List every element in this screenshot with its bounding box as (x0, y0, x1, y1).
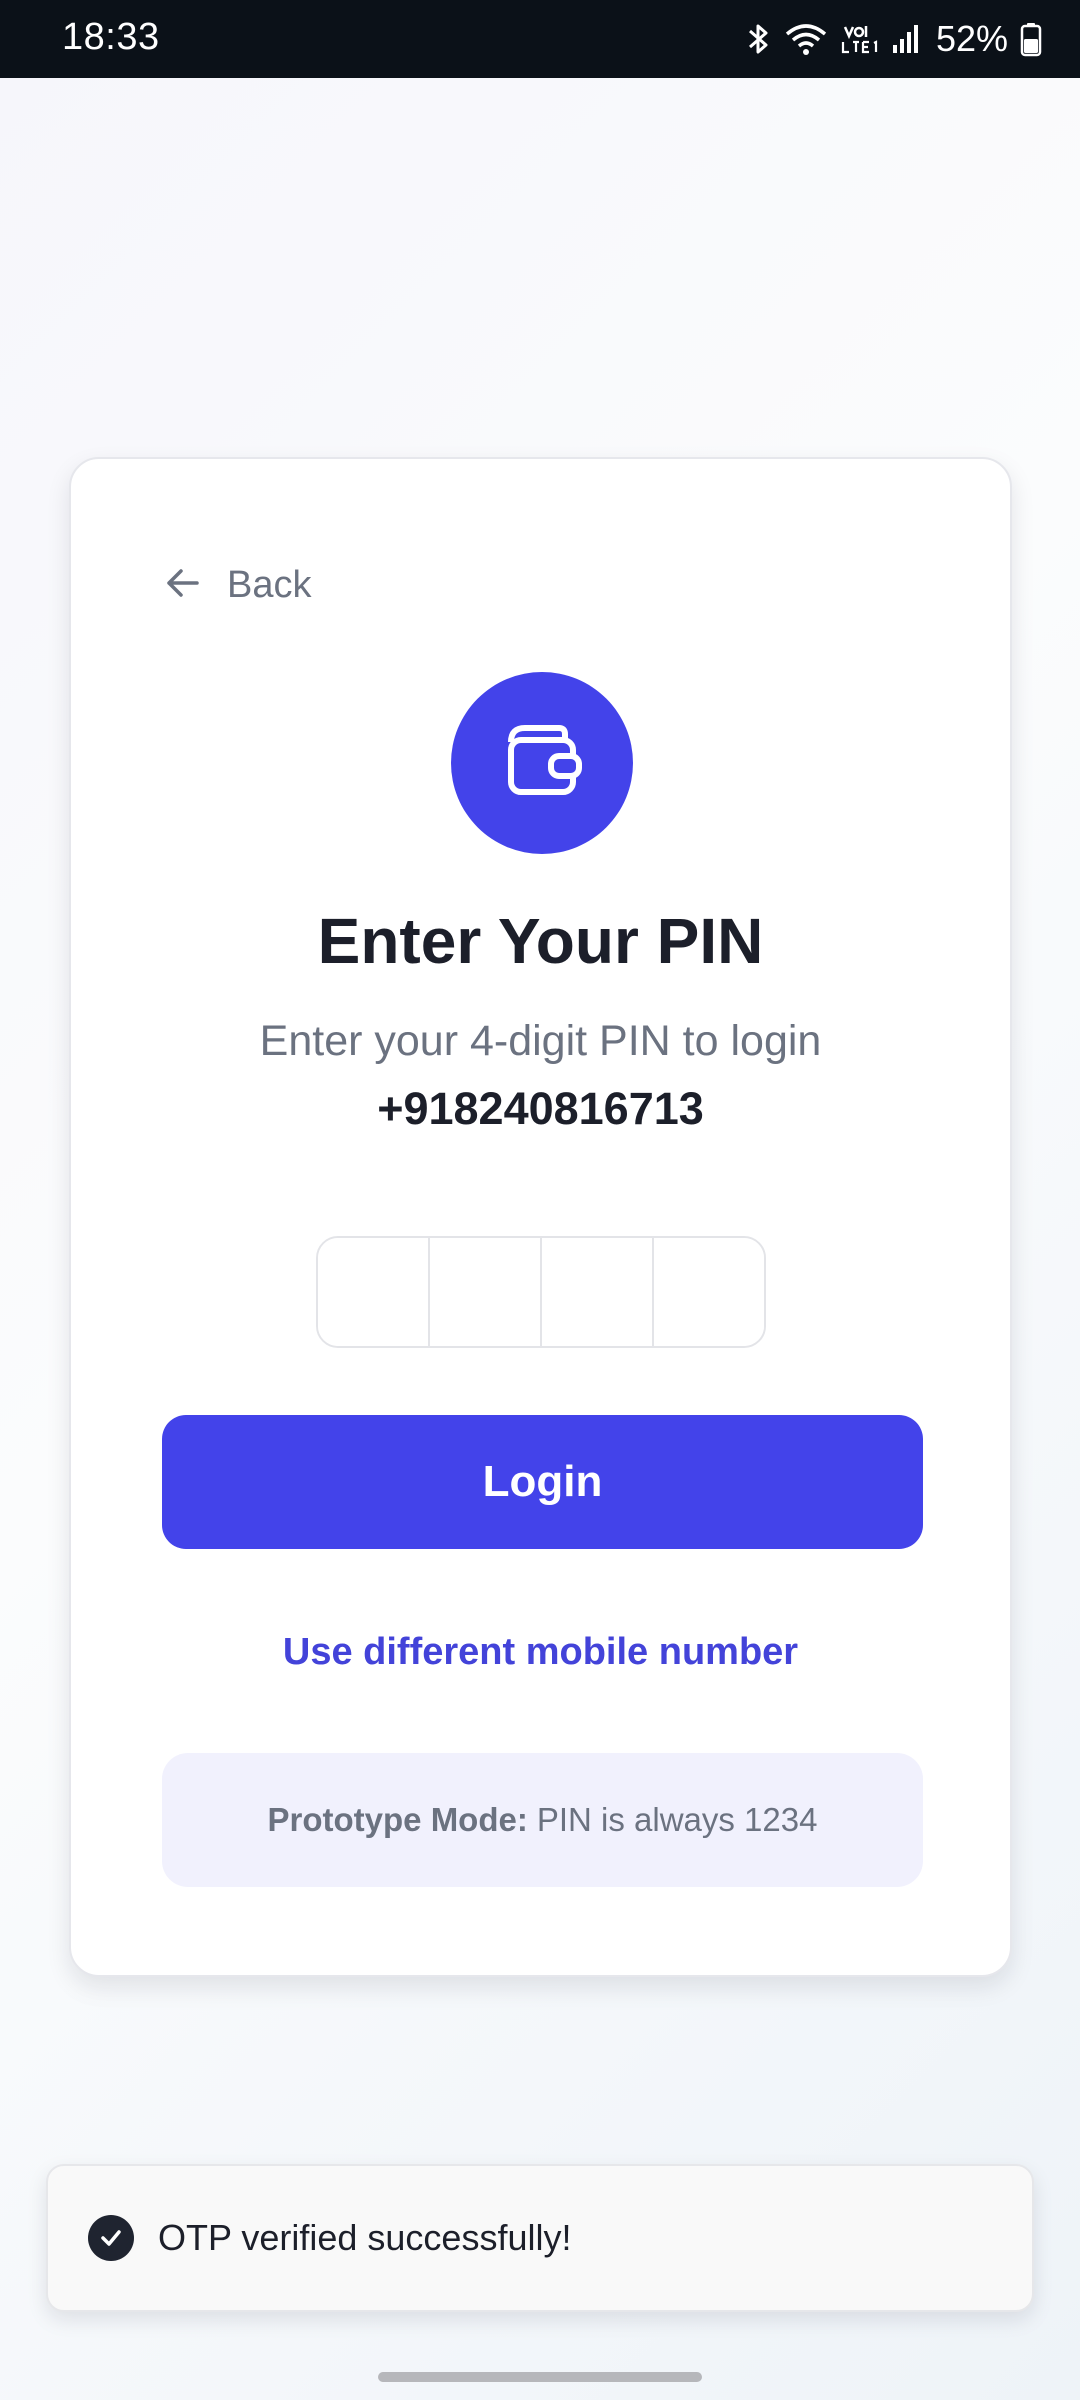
phone-number: +918240816713 (377, 1083, 704, 1134)
battery-percent: 52% (935, 18, 1008, 59)
check-circle-icon (88, 2215, 134, 2261)
use-different-number-link[interactable]: Use different mobile number (71, 1631, 1010, 1674)
pin-digit-3[interactable] (542, 1238, 654, 1346)
status-bar: 18:33 52% (0, 0, 1080, 78)
page-title: Enter Your PIN (317, 905, 764, 977)
pin-card: Back Enter Your PIN Enter your 4-digit P… (69, 457, 1012, 1977)
arrow-left-icon (163, 563, 203, 608)
bluetooth-icon (746, 21, 772, 57)
status-time: 18:33 (62, 16, 160, 58)
prototype-label: Prototype Mode: (267, 1801, 528, 1838)
pin-instructions: Enter your 4-digit PIN to login (259, 1017, 822, 1065)
pin-digit-1[interactable] (318, 1238, 430, 1346)
pin-digit-4[interactable] (654, 1238, 764, 1346)
prototype-text: PIN is always 1234 (536, 1801, 818, 1838)
back-button[interactable]: Back (163, 555, 311, 615)
login-button[interactable]: Login (162, 1415, 923, 1549)
battery-icon (1020, 21, 1042, 57)
wifi-icon (784, 21, 828, 57)
volte-icon (840, 21, 880, 57)
wallet-badge (451, 672, 633, 854)
success-toast: OTP verified successfully! (46, 2164, 1034, 2312)
status-icons: 52% (746, 14, 1042, 64)
wallet-icon (499, 718, 585, 809)
signal-icon (892, 21, 920, 57)
prototype-notice: Prototype Mode: PIN is always 1234 (162, 1753, 923, 1887)
home-indicator[interactable] (378, 2372, 702, 2382)
pin-digit-2[interactable] (430, 1238, 542, 1346)
pin-input-group (316, 1236, 766, 1348)
back-label: Back (227, 563, 312, 606)
toast-message: OTP verified successfully! (158, 2217, 572, 2258)
